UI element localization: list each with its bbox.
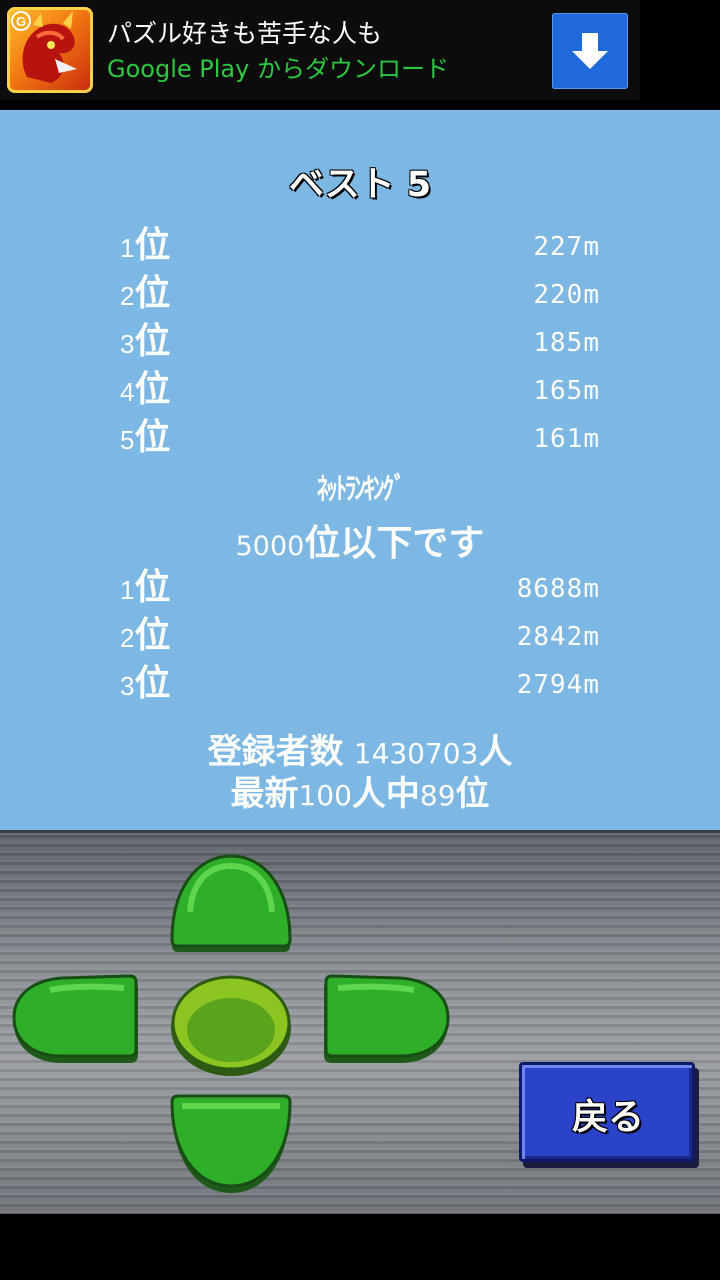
ad-title[interactable]: パズル好きも苦手な人も bbox=[107, 14, 382, 50]
download-arrow-icon bbox=[572, 33, 608, 69]
rank-label: 2位 bbox=[120, 272, 171, 313]
distance-value: 185m bbox=[533, 328, 600, 358]
distance-value: 165m bbox=[533, 376, 600, 406]
rank-label: 1位 bbox=[120, 224, 171, 265]
svg-text:G: G bbox=[16, 14, 26, 29]
best-row: 2位 220m bbox=[120, 268, 600, 316]
net-row: 2位 2842m bbox=[120, 610, 600, 658]
best-row: 1位 227m bbox=[120, 220, 600, 268]
distance-value: 2842m bbox=[516, 622, 600, 652]
ad-banner[interactable]: G パズル好きも苦手な人も Google Play からダウンロード bbox=[0, 0, 640, 100]
best-row: 4位 165m bbox=[120, 364, 600, 412]
dpad-right[interactable] bbox=[322, 972, 452, 1066]
rank-label: 2位 bbox=[120, 614, 171, 655]
bottom-bar bbox=[0, 1214, 720, 1280]
rank-label: 4位 bbox=[120, 368, 171, 409]
net-rank-status: 5000位以下です bbox=[235, 523, 485, 564]
net-row: 1位 8688m bbox=[120, 562, 600, 610]
distance-value: 227m bbox=[533, 232, 600, 262]
best-row: 3位 185m bbox=[120, 316, 600, 364]
net-ranking-heading: ﾈｯﾄﾗﾝｷﾝｸﾞ bbox=[316, 472, 406, 507]
dpad-up[interactable] bbox=[166, 852, 296, 954]
rank-label: 1位 bbox=[120, 566, 171, 607]
distance-value: 220m bbox=[533, 280, 600, 310]
distance-value: 2794m bbox=[516, 670, 600, 700]
dpad-down[interactable] bbox=[166, 1092, 296, 1196]
rank-label: 3位 bbox=[120, 320, 171, 361]
recent-rank: 最新100人中89位 bbox=[230, 774, 490, 814]
dpad-center[interactable] bbox=[166, 970, 296, 1080]
ad-subtitle[interactable]: Google Play からダウンロード bbox=[107, 49, 449, 84]
distance-value: 161m bbox=[533, 424, 600, 454]
best-five-title: ベスト 5 bbox=[288, 165, 432, 205]
best-row: 5位 161m bbox=[120, 412, 600, 460]
dpad-left[interactable] bbox=[10, 972, 140, 1066]
dragon-app-icon[interactable]: G bbox=[7, 7, 93, 93]
back-button-label[interactable]: 戻る bbox=[515, 1088, 701, 1140]
ranking-panel: ベスト 5 1位 227m 2位 220m 3位 185m 4位 165m 5位… bbox=[0, 110, 720, 830]
net-row: 3位 2794m bbox=[120, 658, 600, 706]
rank-label: 3位 bbox=[120, 662, 171, 703]
download-button[interactable] bbox=[552, 13, 628, 89]
back-button[interactable]: 戻る bbox=[515, 1058, 701, 1170]
rank-label: 5位 bbox=[120, 416, 171, 457]
distance-value: 8688m bbox=[516, 574, 600, 604]
